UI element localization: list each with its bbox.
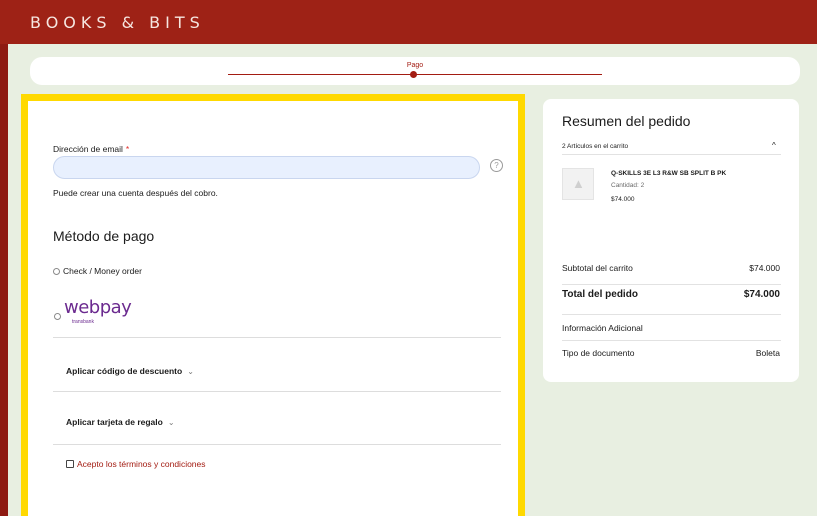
payment-method-title: Método de pago [53, 228, 155, 244]
email-label: Dirección de email * [53, 144, 130, 154]
divider [562, 314, 781, 315]
product-price: $74.000 [611, 196, 635, 203]
brand-logo[interactable]: BOOKS & BITS [30, 13, 205, 32]
document-type-label: Tipo de documento [562, 348, 635, 358]
gift-card-toggle[interactable]: Aplicar tarjeta de regalo ⌄ [66, 417, 175, 427]
document-type-value: Boleta [755, 348, 780, 358]
progress-bar: Pago [30, 57, 800, 85]
product-thumbnail: ▲ [562, 168, 594, 200]
divider [53, 444, 501, 445]
divider [53, 337, 501, 338]
progress-current-dot [410, 71, 417, 78]
step-label-pago: Pago [406, 62, 424, 69]
subtotal-label: Subtotal del carrito [562, 263, 633, 273]
product-name: Q-SKILLS 3E L3 R&W SB SPLIT B PK [611, 170, 727, 177]
check-money-order-radio[interactable] [53, 268, 60, 275]
divider [562, 340, 781, 341]
webpay-logo[interactable]: webpay transbank [64, 297, 154, 329]
help-icon[interactable]: ? [490, 159, 503, 172]
site-header: BOOKS & BITS [0, 0, 817, 44]
total-value: $74.000 [743, 289, 780, 300]
divider [562, 154, 781, 155]
webpay-radio[interactable] [54, 313, 61, 320]
additional-info-label: Información Adicional [562, 323, 643, 333]
divider [562, 284, 781, 285]
subtotal-value: $74.000 [749, 263, 780, 273]
account-note: Puede crear una cuenta después del cobro… [53, 188, 218, 198]
placeholder-logo-icon: ▲ [572, 176, 585, 191]
required-mark: * [125, 144, 130, 154]
chevron-down-icon: ⌄ [167, 418, 175, 427]
total-label: Total del pedido [562, 289, 638, 300]
checkout-form: Dirección de email * ? Puede crear una cu… [21, 94, 525, 516]
order-summary: Resumen del pedido 2 Artículos en el car… [543, 99, 799, 382]
terms-label[interactable]: Acepto los términos y condiciones [77, 459, 206, 469]
transbank-wordmark: transbank [72, 319, 94, 325]
chevron-up-icon[interactable]: ^ [772, 141, 776, 150]
summary-title: Resumen del pedido [562, 113, 691, 129]
webpay-wordmark: webpay [64, 297, 132, 318]
discount-code-toggle[interactable]: Aplicar código de descuento ⌄ [66, 366, 194, 376]
check-money-order-label[interactable]: Check / Money order [63, 266, 142, 276]
cart-items-count[interactable]: 2 Artículos en el carrito [562, 143, 628, 150]
chevron-down-icon: ⌄ [187, 367, 194, 376]
terms-checkbox[interactable] [66, 460, 74, 468]
divider [53, 391, 501, 392]
product-quantity: Cantidad: 2 [611, 182, 645, 189]
email-field[interactable] [53, 156, 480, 179]
